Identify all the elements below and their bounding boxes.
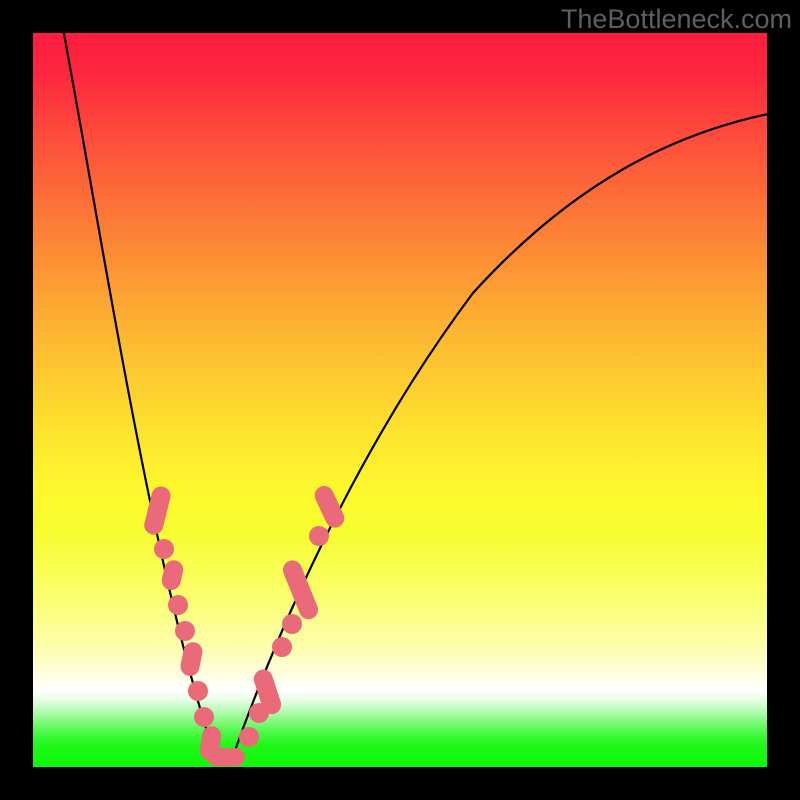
chart-stage: TheBottleneck.com: [0, 0, 800, 800]
bottleneck-curve-svg: [33, 33, 767, 767]
plot-area: [33, 33, 767, 767]
bottleneck-curve: [62, 33, 767, 756]
watermark: TheBottleneck.com: [561, 4, 792, 35]
